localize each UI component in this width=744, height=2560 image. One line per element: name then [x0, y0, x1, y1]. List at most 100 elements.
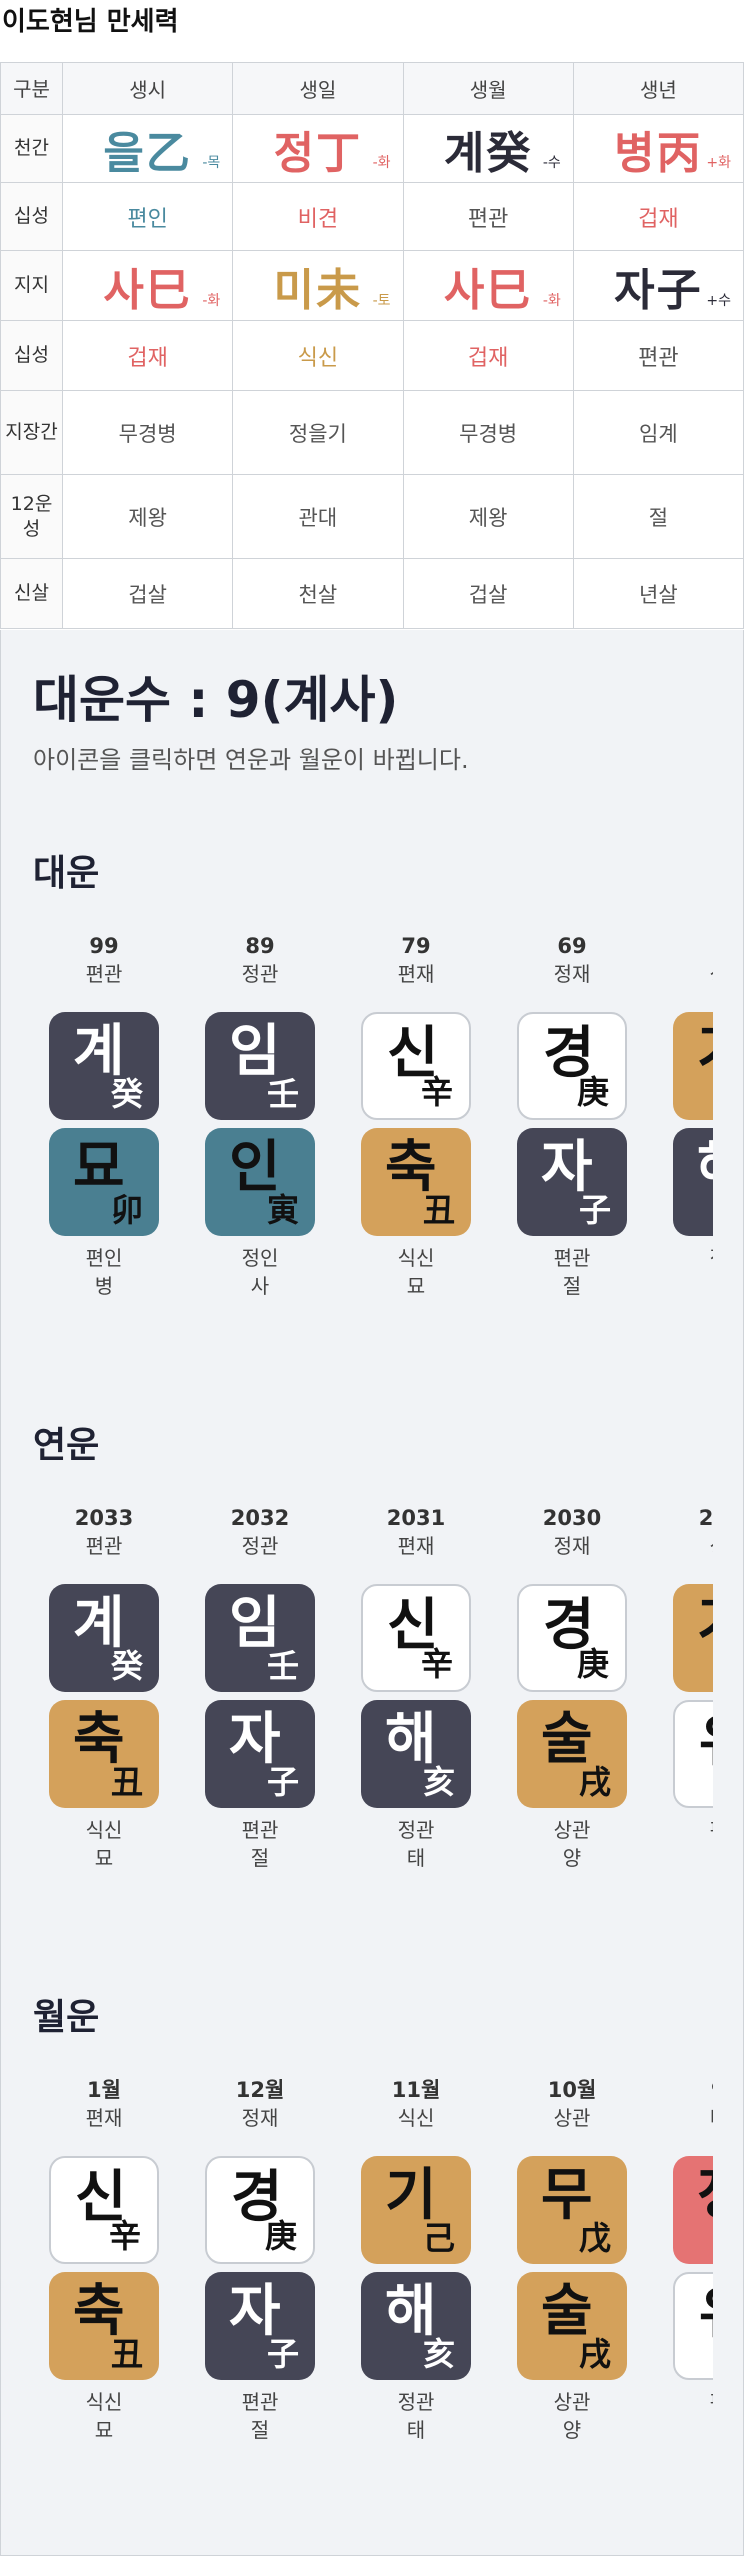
daeunsu-heading: 대운수 : 9(계사)	[33, 671, 399, 729]
row-label-12unseong: 12운성	[0, 474, 63, 559]
tile-hanja: 庚	[576, 1645, 609, 1683]
daeun-column[interactable]: 89 정관 임 壬 인 寅 정인 사	[205, 932, 315, 1332]
zhi-korean: 자	[614, 264, 657, 316]
row-label-jijanggan: 지장간	[0, 390, 63, 475]
gan-tile[interactable]: 경庚	[517, 1584, 627, 1692]
jiji-day: 미未 -토	[232, 250, 404, 321]
footer-unseong: 태	[406, 1846, 426, 1870]
column-sipseong: 정재	[241, 2106, 279, 2130]
row-label-sipseong-2: 십성	[0, 320, 63, 391]
sinsal-year: 년살	[572, 558, 744, 629]
wolun-strip[interactable]: 1월 편재 신 辛 축 丑 식신 묘 12월 정재 경 庚 자 子 편관 절 11월 식신 기 己 해 亥 정관 태 10월 상관…	[1, 2076, 713, 2476]
daeun-column[interactable]: 79 편재 신 辛 축 丑 식신 묘	[361, 932, 471, 1332]
footer-sipseong: 정관	[673, 1244, 713, 1272]
sipseong-month: 편관	[402, 182, 574, 251]
gan-tile[interactable]: 기己	[361, 2156, 471, 2264]
tile-hanja: 子	[266, 2335, 299, 2373]
zhi-tile[interactable]: 해亥	[361, 1700, 471, 1808]
zhi-tile[interactable]: 해亥	[673, 1128, 713, 1236]
footer-sipseong: 편인	[85, 1246, 123, 1270]
zhi-tile[interactable]: 술戌	[517, 1700, 627, 1808]
jijanggan-value: 무경병	[459, 421, 518, 446]
wolun-column[interactable]: 10월 상관 무 戊 술 戌 상관 양	[517, 2076, 627, 2476]
gan-tile[interactable]: 경庚	[517, 1012, 627, 1120]
gan-tile[interactable]: 신辛	[49, 2156, 159, 2264]
zhi-tile[interactable]: 축丑	[49, 1700, 159, 1808]
yeonun-column[interactable]: 2031 편재 신 辛 해 亥 정관 태	[361, 1504, 471, 1904]
wolun-column[interactable]: 1월 편재 신 辛 축 丑 식신 묘	[49, 2076, 159, 2476]
zhi-tile[interactable]: 자子	[517, 1128, 627, 1236]
sipseong-value: 편인	[127, 206, 168, 232]
zhi-tile[interactable]: 축丑	[49, 2272, 159, 2380]
wolun-column[interactable]: 9월비견정丁유酉 편재장	[673, 2076, 713, 2476]
gan-tile[interactable]: 경庚	[205, 2156, 315, 2264]
zhi-tile[interactable]: 묘卯	[49, 1128, 159, 1236]
column-footer: 상관 양	[517, 2388, 627, 2444]
unseong-value: 절	[648, 505, 669, 530]
zhi-tile[interactable]: 해亥	[361, 2272, 471, 2380]
wolun-column[interactable]: 12월 정재 경 庚 자 子 편관 절	[205, 2076, 315, 2476]
column-sipseong: 상관	[673, 960, 713, 988]
gan-tile[interactable]: 기己	[673, 1012, 713, 1120]
footer-sipseong: 정관	[397, 1818, 435, 1842]
unseong-year: 절	[572, 474, 744, 559]
help-text: 아이콘을 클릭하면 연운과 월운이 바뀝니다.	[33, 746, 469, 774]
sipseong2-month: 겁재	[402, 320, 574, 391]
gan-hanja: 丙	[656, 127, 703, 179]
zhi-tile[interactable]: 자子	[205, 1700, 315, 1808]
gan-tile[interactable]: 신辛	[361, 1584, 471, 1692]
daeun-column[interactable]: 59상관기己해亥 정관태	[673, 932, 713, 1332]
column-sipseong: 정재	[553, 1534, 591, 1558]
tile-korean: 기	[697, 1596, 713, 1652]
gan-hanja: 丁	[316, 127, 363, 179]
daeun-column[interactable]: 99 편관 계 癸 묘 卯 편인 병	[49, 932, 159, 1332]
zhi-tile[interactable]: 유酉	[673, 2272, 713, 2380]
jiji-hour: 사巳 -화	[61, 250, 234, 321]
sinsal-hour: 겁살	[61, 558, 234, 629]
zhi-tile[interactable]: 술戌	[517, 2272, 627, 2380]
tile-korean: 계	[73, 1591, 125, 1656]
tile-korean: 무	[541, 2163, 593, 2228]
footer-sipseong: 정인	[241, 1246, 279, 1270]
zhi-korean: 사	[443, 264, 487, 316]
tile-hanja: 子	[266, 1763, 299, 1801]
footer-sipseong: 편관	[241, 2390, 279, 2414]
tile-hanja: 壬	[266, 1075, 299, 1113]
tile-hanja: 辛	[108, 2217, 141, 2255]
gan-tile[interactable]: 계癸	[49, 1584, 159, 1692]
yeonun-strip[interactable]: 2033 편관 계 癸 축 丑 식신 묘 2032 정관 임 壬 자 子 편관 절 2031 편재 신 辛 해 亥 정관 태 2…	[1, 1504, 713, 1904]
sipseong-value: 겁재	[127, 345, 168, 371]
unseong-month: 제왕	[402, 474, 574, 559]
tile-korean: 유	[699, 2286, 713, 2342]
tile-korean: 기	[385, 2163, 437, 2228]
yeonun-column[interactable]: 2030 정재 경 庚 술 戌 상관 양	[517, 1504, 627, 1904]
header-label: 구분	[0, 62, 63, 115]
daeun-column[interactable]: 69 정재 경 庚 자 子 편관 절	[517, 932, 627, 1332]
gan-tile[interactable]: 정丁	[673, 2156, 713, 2264]
gan-tile[interactable]: 기己	[673, 1584, 713, 1692]
tile-korean: 기	[697, 1024, 713, 1080]
zhi-tile[interactable]: 축丑	[361, 1128, 471, 1236]
zhi-tile[interactable]: 유酉	[673, 1700, 713, 1808]
footer-unseong: 사	[250, 1274, 270, 1298]
tile-hanja: 己	[422, 2219, 455, 2257]
wolun-column[interactable]: 11월 식신 기 己 해 亥 정관 태	[361, 2076, 471, 2476]
gan-tile[interactable]: 무戊	[517, 2156, 627, 2264]
zhi-tile[interactable]: 자子	[205, 2272, 315, 2380]
column-footer: 정관태	[673, 1244, 713, 1300]
yeonun-column[interactable]: 2032 정관 임 壬 자 子 편관 절	[205, 1504, 315, 1904]
daeun-strip[interactable]: 99 편관 계 癸 묘 卯 편인 병 89 정관 임 壬 인 寅 정인 사 79 편재 신 辛 축 丑 식신 묘 69 정재 경 庚 자…	[1, 932, 713, 1332]
gan-tile[interactable]: 신辛	[361, 1012, 471, 1120]
column-label: 59	[673, 932, 713, 960]
column-label: 2029	[698, 1506, 713, 1530]
jijanggan-value: 무경병	[118, 421, 177, 446]
column-footer: 상관 양	[517, 1816, 627, 1872]
gan-tile[interactable]: 임壬	[205, 1012, 315, 1120]
yeonun-column[interactable]: 2033 편관 계 癸 축 丑 식신 묘	[49, 1504, 159, 1904]
zhi-tile[interactable]: 인寅	[205, 1128, 315, 1236]
gan-tile[interactable]: 임壬	[205, 1584, 315, 1692]
element-tag: +수	[706, 293, 731, 309]
yeonun-column[interactable]: 2029 상관기己유酉 편재장	[673, 1504, 713, 1904]
gan-tile[interactable]: 계癸	[49, 1012, 159, 1120]
tile-korean: 축	[73, 2279, 125, 2344]
